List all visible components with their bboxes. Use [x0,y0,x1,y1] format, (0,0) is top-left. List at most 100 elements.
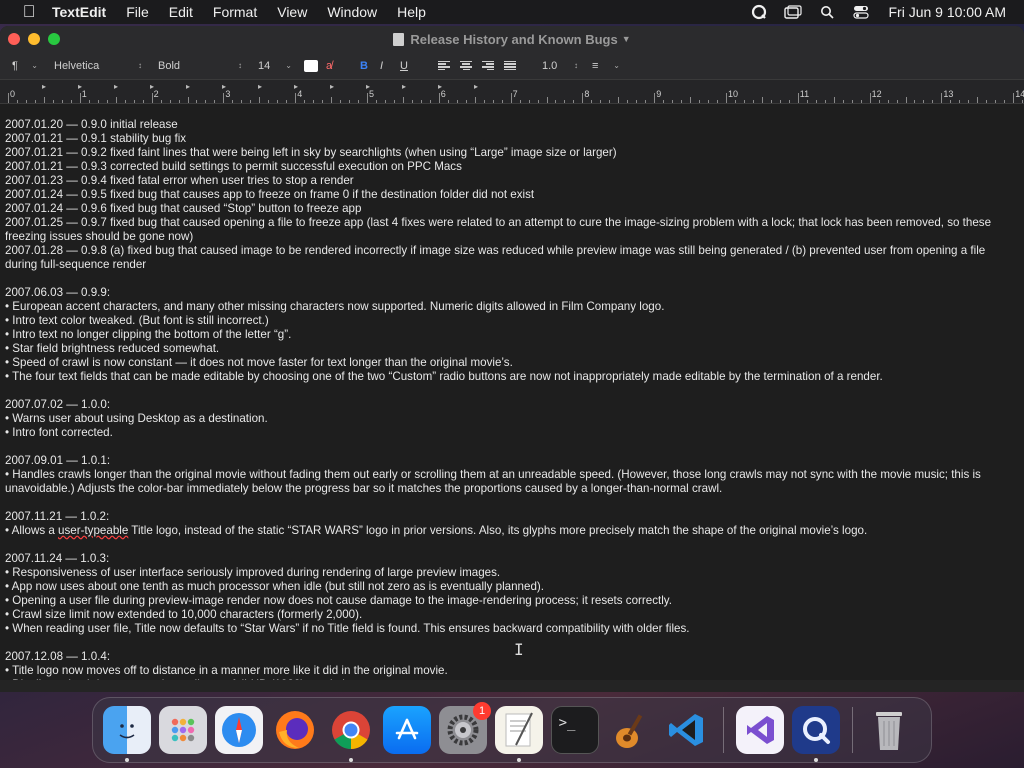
textedit-icon[interactable] [495,706,543,762]
ruler-minor-tick [537,100,539,103]
menu-view[interactable]: View [267,0,317,24]
ruler-minor-tick [88,100,90,103]
menu-edit[interactable]: Edit [159,0,203,24]
list-icon: ≡ [592,59,599,72]
tab-stop-icon[interactable]: ▸ [114,82,118,91]
menu-file[interactable]: File [116,0,159,24]
window-switcher-icon[interactable] [783,4,803,20]
font-style-popup[interactable]: Bold ↕ [154,57,246,75]
tab-stop-icon[interactable]: ▸ [42,82,46,91]
ruler-number: 12 [871,89,882,99]
horizontal-scrollbar[interactable] [0,680,1024,692]
system-settings-icon[interactable]: 1 [439,702,491,754]
ruler-minor-tick [375,100,377,103]
window-title[interactable]: Release History and Known Bugs ▼ [0,26,1024,52]
document-line: • Crawl size limit now extended to 10,00… [5,608,363,621]
ruler-minor-tick [824,100,826,103]
justify-icon [504,60,516,71]
ruler-minor-tick [313,100,315,103]
menu-window[interactable]: Window [317,0,387,24]
ruler-minor-tick [914,100,916,103]
text-color-well[interactable] [304,59,318,72]
bold-button[interactable]: B [360,60,380,72]
tab-stop-icon[interactable]: ▸ [78,82,82,91]
tab-stop-icon[interactable]: ▸ [150,82,154,91]
misspelled-word[interactable]: user-typeable [58,524,128,537]
visual-studio-icon[interactable] [736,706,784,754]
tab-stop-icon[interactable]: ▸ [438,82,442,91]
align-right-button[interactable] [478,60,498,71]
line-spacing-popup[interactable]: 1.0 ↕ [538,57,582,75]
ruler-minor-tick [968,100,970,103]
document-line: 2007.01.20 — 0.9.0 initial release [5,118,178,131]
ruler-minor-tick [690,97,692,103]
tab-stop-icon[interactable]: ▸ [330,82,334,91]
launchpad-icon[interactable] [159,706,207,754]
ruler-minor-tick [322,100,324,103]
vscode-icon[interactable] [663,706,711,754]
ruler-number: 3 [225,89,231,99]
ruler-minor-tick [986,100,988,103]
running-indicator [125,758,129,762]
ruler[interactable]: 01234567891011121314▸▸▸▸▸▸▸▸▸▸▸▸▸ [0,80,1024,104]
tab-stop-icon[interactable]: ▸ [186,82,190,91]
tab-stop-icon[interactable]: ▸ [474,82,478,91]
running-indicator [349,758,353,762]
highlight-color-icon[interactable]: a̸ [326,60,346,72]
ruler-minor-tick [752,100,754,103]
font-family-popup[interactable]: Helvetica ↕ [50,57,146,75]
ruler-major-tick [438,93,440,103]
firefox-icon[interactable] [271,706,319,754]
align-center-button[interactable] [456,60,476,71]
document-line: 2007.06.03 — 0.9.9: [5,286,111,299]
justify-button[interactable] [500,60,520,71]
list-bullets-popup[interactable]: ≡ ⌄ [588,57,624,75]
ruler-major-tick [726,93,727,103]
ruler-minor-tick [492,100,494,103]
ruler-minor-tick [402,97,404,103]
ruler-number: 8 [584,89,590,99]
menu-help[interactable]: Help [387,0,436,24]
menu-clock[interactable]: Fri Jun 9 10:00 AM [888,4,1006,20]
quicktime-icon[interactable] [792,706,840,762]
ruler-minor-tick [699,100,701,103]
menu-app-name[interactable]: TextEdit [42,0,116,24]
tab-stop-icon[interactable]: ▸ [366,82,370,91]
tab-stop-icon[interactable]: ▸ [222,82,226,91]
chrome-icon[interactable] [327,706,375,762]
tab-stop-icon[interactable]: ▸ [294,82,298,91]
ruler-minor-tick [923,100,925,103]
italic-button[interactable]: I [380,60,400,72]
menu-format[interactable]: Format [203,0,267,24]
ruler-minor-tick [25,100,27,103]
align-left-button[interactable] [434,60,454,71]
document-line: 2007.01.21 — 0.9.1 stability bug fix [5,132,187,145]
finder-icon[interactable] [103,706,151,762]
apple-menu-icon[interactable]:  [16,2,42,22]
quicktime-status-icon[interactable] [749,4,769,20]
font-size-combo[interactable]: 14 ⌄ [254,57,296,75]
ruler-minor-tick [995,100,997,103]
tab-stop-icon[interactable]: ▸ [402,82,406,91]
ruler-minor-tick [340,100,342,103]
ruler-minor-tick [887,100,889,103]
spotlight-search-icon[interactable] [817,4,837,20]
terminal-icon[interactable]: >_ [551,706,599,754]
document-line: • Star field brightness reduced somewhat… [5,342,220,355]
document-text-area[interactable]: 2007.01.20 — 0.9.0 initial release 2007.0… [0,118,1024,680]
paragraph-style-popup[interactable]: ¶ ⌄ [8,57,42,75]
control-center-icon[interactable] [851,4,871,20]
title-bar[interactable]: Release History and Known Bugs ▼ [0,26,1024,52]
chevron-down-icon: ▼ [621,34,631,44]
paragraph-icon: ¶ [12,59,18,72]
app-store-icon[interactable] [383,706,431,754]
garageband-icon[interactable] [607,706,655,754]
tab-stop-icon[interactable]: ▸ [258,82,262,91]
ruler-major-tick [797,93,799,103]
ruler-minor-tick [681,100,683,103]
trash-icon[interactable] [865,706,913,754]
underline-button[interactable]: U [400,60,420,72]
safari-icon[interactable] [215,706,263,754]
ruler-minor-tick [447,100,449,103]
